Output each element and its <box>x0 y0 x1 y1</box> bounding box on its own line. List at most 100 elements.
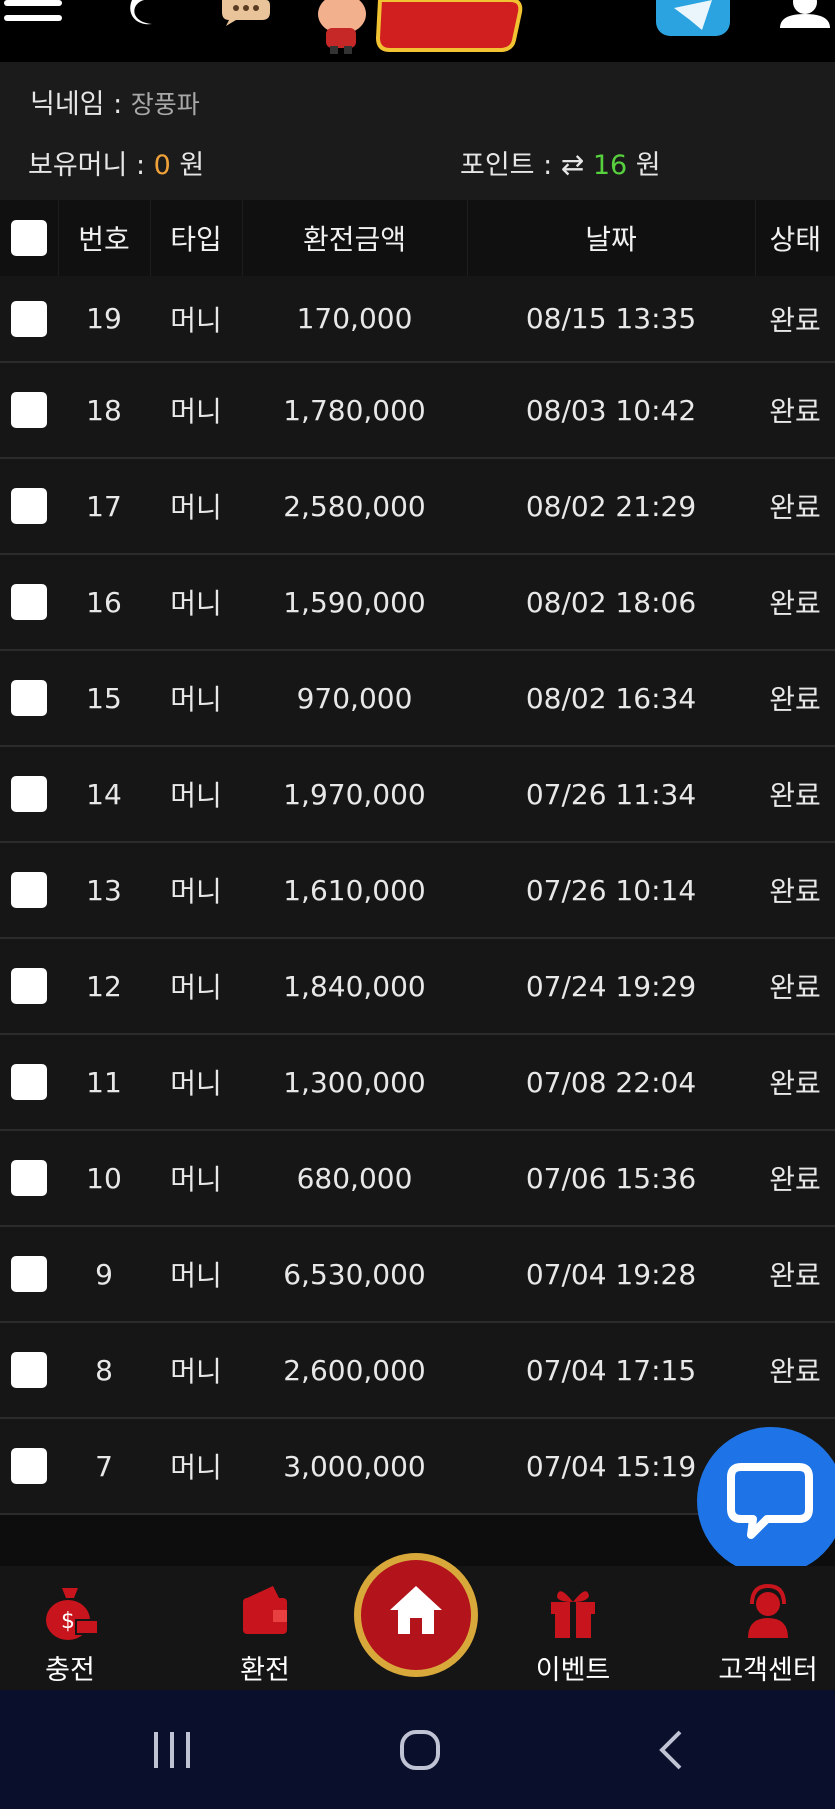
row-checkbox-cell <box>0 1418 58 1515</box>
money-bag-icon: $ <box>46 1588 99 1640</box>
nav-charge[interactable]: $ 충전 <box>10 1566 130 1690</box>
svg-text:$: $ <box>61 1609 75 1634</box>
row-number: 18 <box>58 362 150 459</box>
top-bar <box>0 0 835 62</box>
row-status: 완료 <box>755 842 835 939</box>
table-row: 19 머니 170,000 08/15 13:35 완료 <box>0 276 835 363</box>
wallet-icon <box>243 1586 287 1634</box>
row-checkbox[interactable] <box>11 300 47 337</box>
row-number: 12 <box>58 938 150 1035</box>
row-checkbox[interactable] <box>11 1448 47 1484</box>
row-type: 머니 <box>150 650 242 747</box>
recents-icon[interactable] <box>150 1728 194 1772</box>
row-checkbox-cell <box>0 1226 58 1323</box>
money-unit: 원 <box>170 150 205 181</box>
points-label: 포인트 : <box>460 150 561 181</box>
telegram-icon[interactable] <box>656 0 730 36</box>
header-status: 상태 <box>754 200 835 276</box>
moon-icon[interactable] <box>118 0 166 26</box>
hamburger-icon[interactable] <box>4 0 62 28</box>
row-checkbox[interactable] <box>11 680 47 716</box>
row-amount: 2,580,000 <box>242 458 467 555</box>
table-row: 10 머니 680,000 07/06 15:36 완료 <box>0 1130 835 1227</box>
table-row: 8 머니 2,600,000 07/04 17:15 완료 <box>0 1322 835 1419</box>
row-amount: 680,000 <box>242 1130 467 1227</box>
row-checkbox[interactable] <box>11 488 47 524</box>
row-amount: 1,590,000 <box>242 554 467 651</box>
row-date: 07/04 17:15 <box>467 1322 755 1419</box>
row-type: 머니 <box>150 1322 242 1419</box>
row-checkbox-cell <box>0 650 58 747</box>
home-button[interactable] <box>354 1553 478 1677</box>
nav-exchange-label: 환전 <box>240 1655 290 1686</box>
row-amount: 1,610,000 <box>242 842 467 939</box>
headset-agent-icon <box>748 1583 788 1638</box>
table-header-row: 번호 타입 환전금액 날짜 상태 <box>0 200 835 276</box>
row-type: 머니 <box>150 458 242 555</box>
nav-event[interactable]: 이벤트 <box>513 1566 633 1690</box>
swap-icon: ⇄ <box>560 148 585 181</box>
row-amount: 6,530,000 <box>242 1226 467 1323</box>
header-amount: 환전금액 <box>241 200 467 276</box>
row-checkbox-cell <box>0 1130 58 1227</box>
row-number: 17 <box>58 458 150 555</box>
live-chat-button[interactable] <box>697 1427 835 1575</box>
row-date: 07/24 19:29 <box>467 938 755 1035</box>
row-status: 완료 <box>755 650 835 747</box>
row-number: 13 <box>58 842 150 939</box>
row-checkbox-cell <box>0 554 58 651</box>
header-date: 날짜 <box>466 200 755 276</box>
table-row: 16 머니 1,590,000 08/02 18:06 완료 <box>0 554 835 651</box>
row-checkbox[interactable] <box>11 584 47 620</box>
row-type: 머니 <box>150 842 242 939</box>
table-row: 11 머니 1,300,000 07/08 22:04 완료 <box>0 1034 835 1131</box>
row-checkbox-cell <box>0 1034 58 1131</box>
row-type: 머니 <box>150 746 242 843</box>
nav-exchange[interactable]: 환전 <box>205 1566 325 1690</box>
row-type: 머니 <box>150 1418 242 1515</box>
mascot-logo <box>318 0 523 54</box>
row-checkbox[interactable] <box>11 872 47 908</box>
row-date: 08/15 13:35 <box>467 276 755 363</box>
table-row: 12 머니 1,840,000 07/24 19:29 완료 <box>0 938 835 1035</box>
user-icon[interactable] <box>776 0 834 28</box>
row-checkbox-cell <box>0 276 58 363</box>
row-checkbox-cell <box>0 1322 58 1419</box>
row-date: 07/26 11:34 <box>467 746 755 843</box>
header-number: 번호 <box>57 200 150 276</box>
circle-home-icon[interactable] <box>398 1728 442 1772</box>
row-checkbox-cell <box>0 362 58 459</box>
row-status: 완료 <box>755 554 835 651</box>
nickname-label: 닉네임 : <box>30 89 131 120</box>
table-row: 13 머니 1,610,000 07/26 10:14 완료 <box>0 842 835 939</box>
row-checkbox[interactable] <box>11 1160 47 1196</box>
row-number: 15 <box>58 650 150 747</box>
row-type: 머니 <box>150 554 242 651</box>
row-checkbox[interactable] <box>11 1064 47 1100</box>
row-status: 완료 <box>755 1130 835 1227</box>
row-checkbox[interactable] <box>11 776 47 812</box>
row-date: 08/02 21:29 <box>467 458 755 555</box>
system-nav-bar <box>0 1690 835 1809</box>
row-amount: 170,000 <box>242 276 467 363</box>
money-value: 0 <box>153 150 171 181</box>
row-status: 완료 <box>755 458 835 555</box>
back-icon[interactable] <box>650 1728 694 1772</box>
table-row: 14 머니 1,970,000 07/26 11:34 완료 <box>0 746 835 843</box>
select-all-checkbox[interactable] <box>10 220 47 256</box>
table-row: 17 머니 2,580,000 08/02 21:29 완료 <box>0 458 835 555</box>
nav-support[interactable]: 고객센터 <box>708 1566 828 1690</box>
row-number: 14 <box>58 746 150 843</box>
points-row: 포인트 : ⇄ 16 원 <box>460 143 661 182</box>
row-checkbox[interactable] <box>11 968 47 1004</box>
row-date: 07/26 10:14 <box>467 842 755 939</box>
row-checkbox[interactable] <box>11 1256 47 1292</box>
speech-bubble-icon[interactable] <box>218 0 270 26</box>
row-status: 완료 <box>755 276 835 363</box>
header-type: 타입 <box>149 200 242 276</box>
home-icon <box>390 1586 442 1634</box>
select-all-cell <box>0 200 58 276</box>
gift-icon <box>551 1591 595 1638</box>
row-checkbox[interactable] <box>11 392 47 428</box>
row-checkbox[interactable] <box>11 1352 47 1388</box>
